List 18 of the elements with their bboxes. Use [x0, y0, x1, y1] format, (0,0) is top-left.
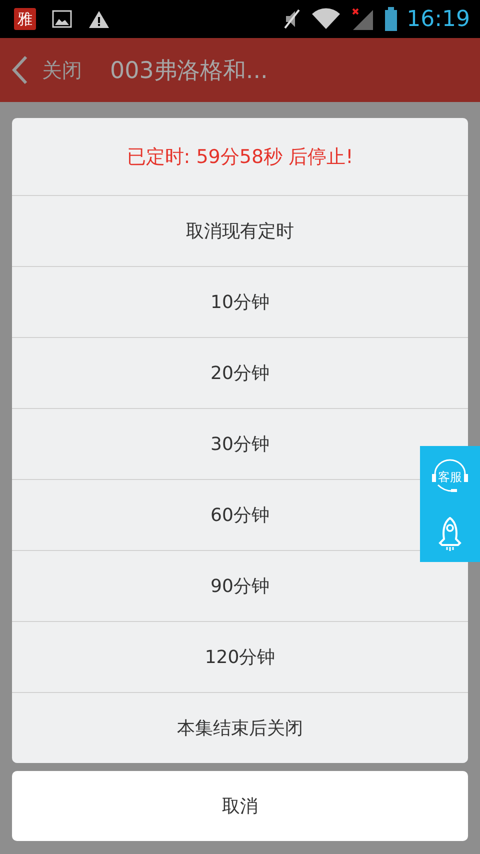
timer-status-text: 已定时: 59分58秒 后停止!: [12, 118, 468, 196]
timer-option[interactable]: 10分钟: [12, 267, 468, 338]
timer-option[interactable]: 120分钟: [12, 622, 468, 693]
mute-icon: [282, 8, 301, 30]
battery-icon: [384, 7, 397, 31]
signal-icon: [350, 7, 375, 31]
clock-time: 16:19: [406, 6, 470, 32]
wifi-icon: [310, 8, 341, 30]
timer-option[interactable]: 本集结束后关闭: [12, 693, 468, 763]
back-icon[interactable]: [12, 55, 28, 85]
rocket-icon[interactable]: [437, 516, 463, 550]
timer-option[interactable]: 取消现有定时: [12, 196, 468, 267]
app-notification-icon: 雅: [14, 8, 36, 30]
timer-option[interactable]: 20分钟: [12, 338, 468, 409]
image-icon: [52, 10, 72, 28]
cancel-button[interactable]: 取消: [12, 771, 468, 841]
page-title: 003弗洛格和...: [110, 56, 268, 86]
warning-icon: [88, 10, 110, 28]
